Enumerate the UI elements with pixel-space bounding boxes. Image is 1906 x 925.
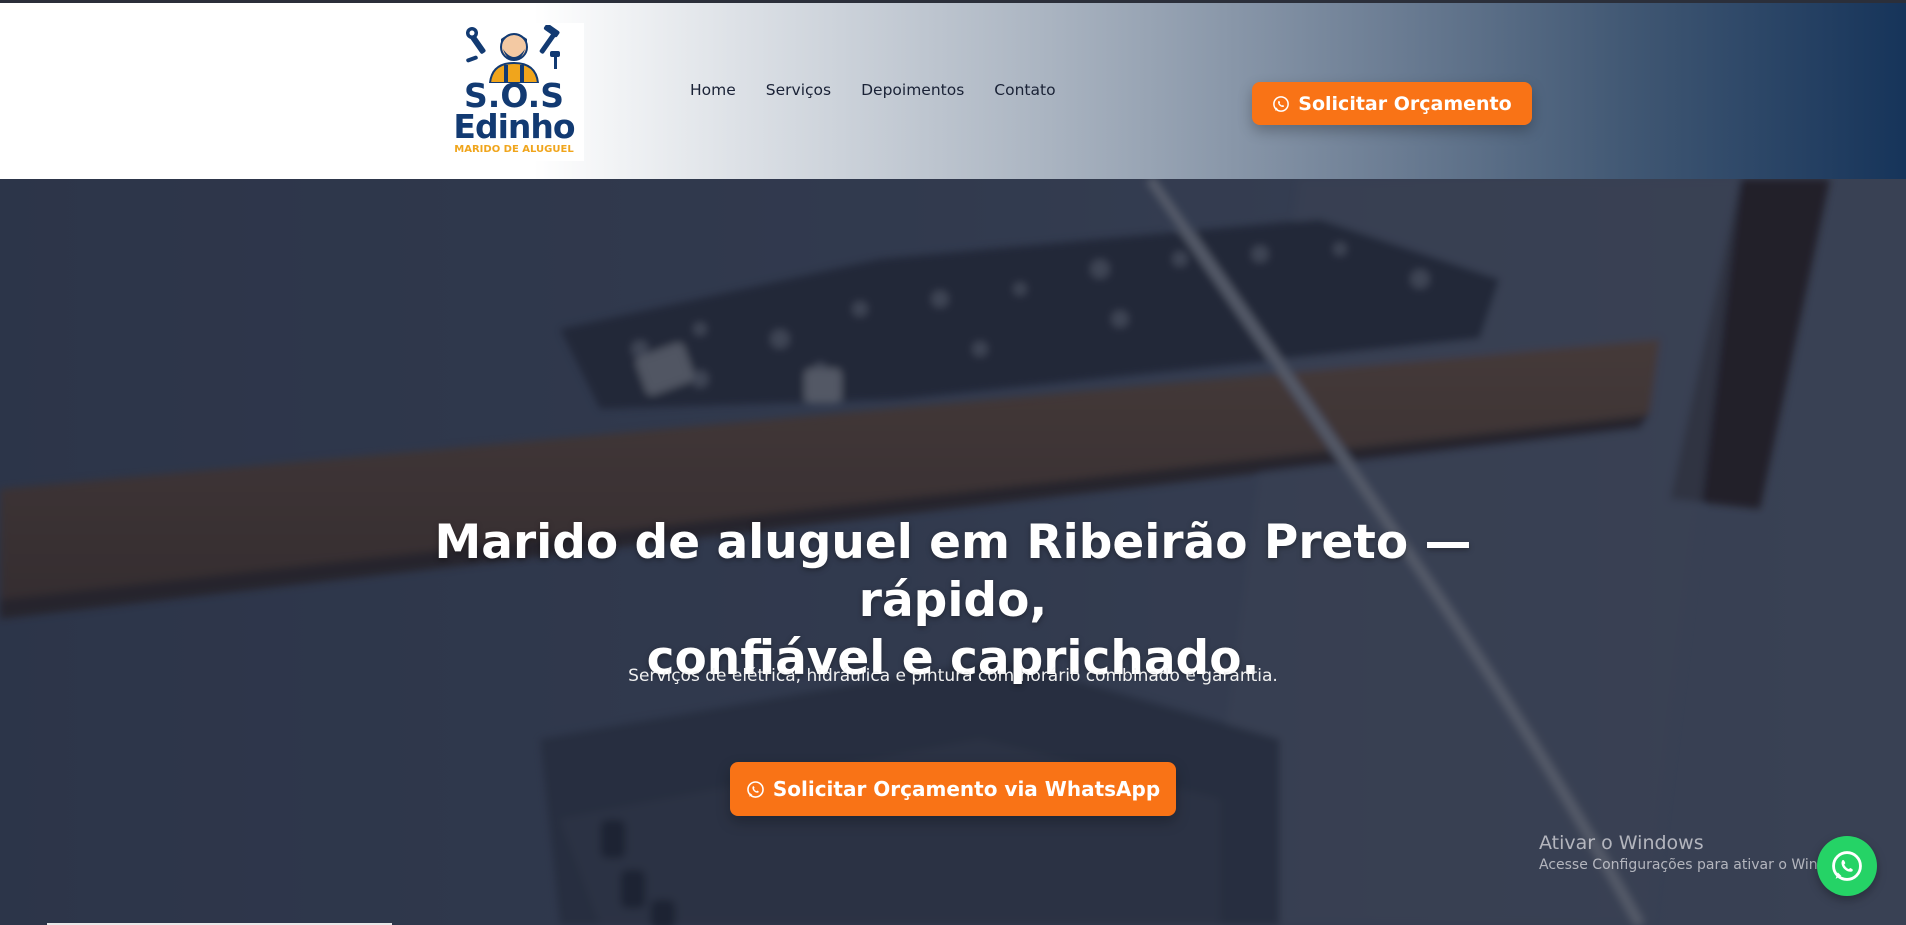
logo-text-name: Edinho	[453, 107, 575, 146]
hero-section: Marido de aluguel em Ribeirão Preto — rá…	[0, 179, 1906, 925]
floating-whatsapp-button[interactable]	[1817, 836, 1877, 896]
hero-whatsapp-quote-label: Solicitar Orçamento via WhatsApp	[772, 777, 1161, 801]
whatsapp-icon	[1273, 95, 1290, 112]
whatsapp-icon	[747, 780, 764, 798]
nav-contato[interactable]: Contato	[994, 81, 1055, 99]
handyman-mascot-icon	[466, 25, 560, 83]
whatsapp-icon	[1832, 851, 1862, 881]
brand-logo[interactable]: S.O.S Edinho MARIDO DE ALUGUEL	[444, 23, 584, 161]
site-header: S.O.S Edinho MARIDO DE ALUGUEL Home Serv…	[0, 3, 1906, 179]
nav-depoimentos[interactable]: Depoimentos	[861, 81, 964, 99]
header-quote-label: Solicitar Orçamento	[1298, 92, 1512, 115]
nav-home[interactable]: Home	[690, 81, 736, 99]
windows-activation-watermark: Ativar o Windows Acesse Configurações pa…	[1539, 831, 1835, 875]
nav-servicos[interactable]: Serviços	[766, 81, 831, 99]
logo-tagline: MARIDO DE ALUGUEL	[454, 144, 574, 155]
hero-whatsapp-quote-button[interactable]: Solicitar Orçamento via WhatsApp	[730, 762, 1176, 816]
windows-watermark-subtitle: Acesse Configurações para ativar o Windo	[1539, 857, 1836, 873]
top-border	[0, 0, 1906, 3]
main-nav: Home Serviços Depoimentos Contato	[690, 81, 1086, 99]
hero-title: Marido de aluguel em Ribeirão Preto — rá…	[353, 514, 1553, 688]
hero-title-line1: Marido de aluguel em Ribeirão Preto — rá…	[434, 515, 1472, 628]
hero-subtitle: Serviços de elétrica, hidráulica e pintu…	[628, 666, 1278, 686]
windows-watermark-title: Ativar o Windows	[1539, 832, 1704, 854]
header-quote-button[interactable]: Solicitar Orçamento	[1252, 82, 1532, 125]
